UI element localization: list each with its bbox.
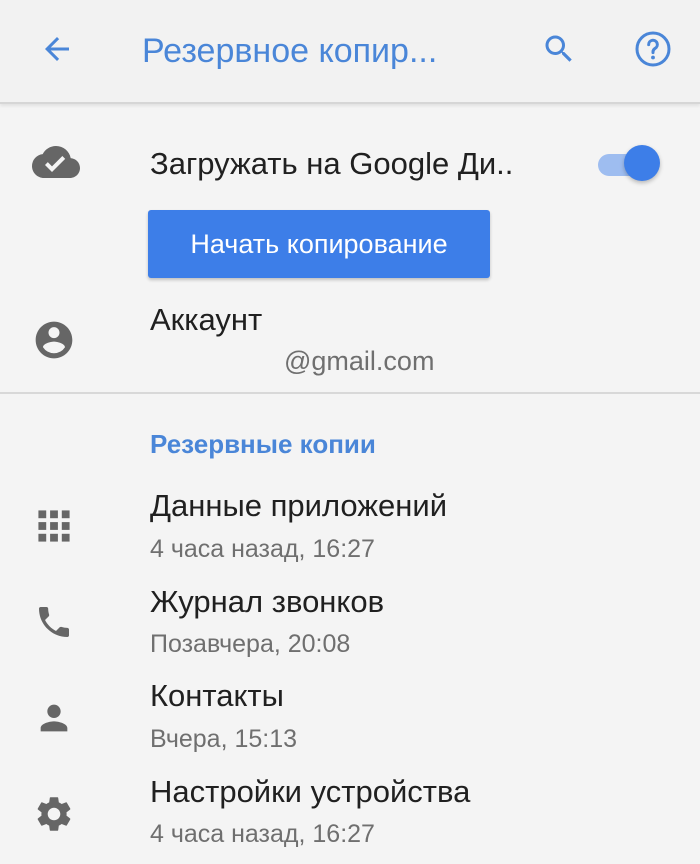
help-button[interactable] (626, 24, 680, 78)
person-icon (24, 688, 84, 748)
backup-item-subtitle: 4 часа назад, 16:27 (150, 535, 375, 563)
toggle-thumb (624, 145, 660, 181)
backup-item-subtitle: Позавчера, 20:08 (150, 630, 351, 658)
backup-item-subtitle: Вчера, 15:13 (150, 725, 298, 753)
backup-settings-section: Загружать на Google Ди.. Начать копирова… (0, 104, 700, 394)
start-backup-button[interactable]: Начать копирование (148, 210, 490, 278)
backup-item-title: Журнал звонков (150, 584, 385, 619)
search-icon (541, 31, 577, 72)
page-title: Резервное копир... (142, 32, 438, 70)
account-email: @gmail.com (284, 346, 435, 376)
backups-section-header: Резервные копии (150, 429, 376, 459)
settings-gear-icon (24, 784, 84, 844)
upload-toggle[interactable] (596, 144, 662, 186)
backup-item-title: Настройки устройства (150, 774, 471, 809)
upload-to-drive-label: Загружать на Google Ди.. (150, 146, 514, 181)
back-button[interactable] (30, 24, 84, 78)
backup-item-title: Данные приложений (150, 488, 448, 523)
help-circle-icon (633, 29, 673, 74)
backup-item-title: Контакты (150, 678, 284, 713)
account-label: Аккаунт (150, 302, 263, 337)
phone-icon (24, 592, 84, 652)
app-bar: Резервное копир... (0, 0, 700, 104)
backup-item-subtitle: 4 часа назад, 16:27 (150, 820, 375, 848)
cloud-done-icon (26, 132, 86, 192)
account-circle-icon (24, 310, 84, 370)
search-button[interactable] (532, 24, 586, 78)
apps-grid-icon (24, 496, 84, 556)
arrow-back-icon (39, 31, 75, 72)
